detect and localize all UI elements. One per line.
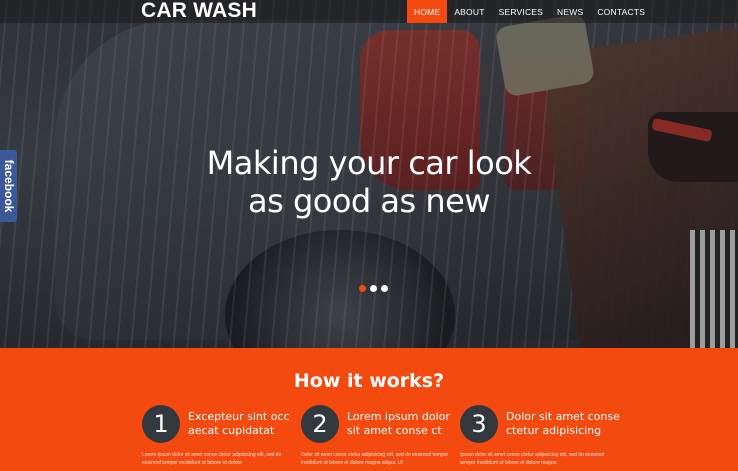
nav-item-news[interactable]: NEWS bbox=[550, 0, 590, 23]
step-heading: Dolor sit amet conse ctetur adipisicing bbox=[506, 410, 620, 437]
hero-title-line-2: as good as new bbox=[248, 182, 491, 220]
site-logo[interactable]: CAR WASH bbox=[141, 0, 257, 23]
step-1: 1 Excepteur sint occ aecat cupidatat Lor… bbox=[142, 405, 302, 471]
facebook-tab-label: facebook bbox=[1, 159, 16, 213]
how-it-works-section: How it works? 1 Excepteur sint occ aecat… bbox=[0, 348, 738, 471]
slider-pagination bbox=[359, 285, 388, 292]
step-2: 2 Lorem ipsum dolor sit amet conse ct Do… bbox=[301, 405, 461, 471]
step-number-badge: 1 bbox=[142, 405, 180, 443]
step-number-badge: 3 bbox=[460, 405, 498, 443]
nav-item-contacts[interactable]: CONTACTS bbox=[590, 0, 652, 23]
header-bar: CAR WASH HOME ABOUT SERVICES NEWS CONTAC… bbox=[0, 0, 738, 23]
nav-item-home[interactable]: HOME bbox=[407, 0, 448, 23]
facebook-tab[interactable]: facebook bbox=[0, 150, 17, 222]
step-description: Ipsum dolor sit amet conse ctetur adipis… bbox=[460, 452, 605, 466]
hero-title: Making your car look as good as new bbox=[0, 144, 738, 220]
nav-item-services[interactable]: SERVICES bbox=[492, 0, 550, 23]
step-heading: Lorem ipsum dolor sit amet conse ct bbox=[347, 410, 450, 437]
main-nav: HOME ABOUT SERVICES NEWS CONTACTS bbox=[407, 0, 652, 23]
slider-dot-1[interactable] bbox=[359, 285, 366, 292]
section-title: How it works? bbox=[293, 370, 445, 392]
step-description: Dolor sit amet conse ctetur adipisicing … bbox=[301, 452, 449, 466]
step-heading: Excepteur sint occ aecat cupidatat bbox=[188, 410, 290, 437]
slider-dot-2[interactable] bbox=[370, 285, 377, 292]
step-number-badge: 2 bbox=[301, 405, 339, 443]
nav-item-about[interactable]: ABOUT bbox=[447, 0, 491, 23]
step-description: Lorem ipsum dolor sit amet conse ctetur … bbox=[142, 452, 282, 466]
hero-banner: Making your car look as good as new bbox=[0, 0, 738, 348]
slider-dot-3[interactable] bbox=[381, 285, 388, 292]
step-3: 3 Dolor sit amet conse ctetur adipisicin… bbox=[460, 405, 620, 471]
hero-title-line-1: Making your car look bbox=[206, 144, 532, 182]
